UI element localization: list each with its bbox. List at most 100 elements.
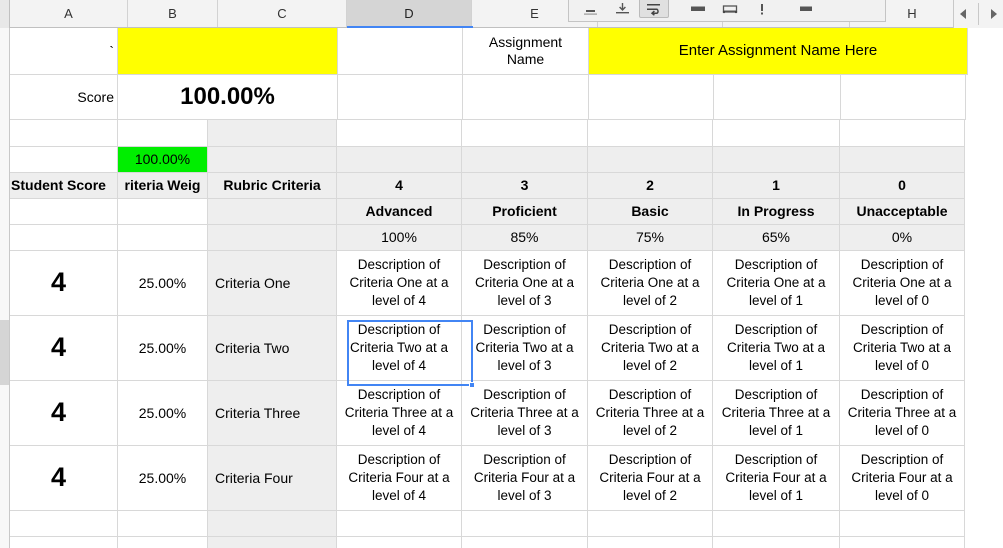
cell-e4[interactable] xyxy=(462,147,588,173)
column-header-c[interactable]: C xyxy=(218,0,347,27)
cell-blank[interactable] xyxy=(840,511,965,537)
criteria-description[interactable]: Description of Criteria Four at a level … xyxy=(462,446,588,511)
row-level-names: Advanced Proficient Basic In Progress Unacce… xyxy=(0,199,1003,225)
cell-blank[interactable] xyxy=(208,537,337,548)
cell-c6[interactable] xyxy=(208,199,337,225)
cell-blank[interactable] xyxy=(588,537,713,548)
row-total: 100.00% xyxy=(0,147,1003,173)
column-header-b[interactable]: B xyxy=(128,0,218,27)
select-all-corner[interactable] xyxy=(0,0,10,28)
criteria-name[interactable]: Criteria Four xyxy=(208,446,337,511)
cell-blank[interactable] xyxy=(208,511,337,537)
criteria-description[interactable]: Description of Criteria Four at a level … xyxy=(840,446,965,511)
cell-f3[interactable] xyxy=(588,120,713,147)
cell-b7[interactable] xyxy=(118,225,208,251)
merge-cells-icon[interactable] xyxy=(683,0,713,18)
criteria-description[interactable]: Description of Criteria Three at a level… xyxy=(840,381,965,446)
cell-g3[interactable] xyxy=(713,120,840,147)
row-score: Score 100.00% xyxy=(0,75,1003,120)
cell-blank[interactable] xyxy=(118,511,208,537)
borders-icon[interactable] xyxy=(715,0,745,18)
criteria-description[interactable]: Description of Criteria Three at a level… xyxy=(462,381,588,446)
criteria-name[interactable]: Criteria Two xyxy=(208,316,337,381)
criteria-description[interactable]: Description of Criteria One at a level o… xyxy=(840,251,965,316)
cell-d2[interactable] xyxy=(338,75,463,120)
cell-blank[interactable] xyxy=(0,537,118,548)
student-score-value[interactable]: 4 xyxy=(0,251,118,316)
cell-b3[interactable] xyxy=(118,120,208,147)
cell-d4[interactable] xyxy=(337,147,462,173)
total-weight-value[interactable]: 100.00% xyxy=(118,147,208,173)
cell-g2[interactable] xyxy=(714,75,841,120)
cell-h4[interactable] xyxy=(840,147,965,173)
criteria-description[interactable]: Description of Criteria One at a level o… xyxy=(588,251,713,316)
cell-blank[interactable] xyxy=(118,537,208,548)
scroll-right-arrow[interactable] xyxy=(991,9,997,19)
cell-a6[interactable] xyxy=(0,199,118,225)
criteria-description[interactable]: Description of Criteria One at a level o… xyxy=(337,251,462,316)
score-value[interactable]: 100.00% xyxy=(118,75,338,120)
criteria-description[interactable]: Description of Criteria Two at a level o… xyxy=(840,316,965,381)
cell-a7[interactable] xyxy=(0,225,118,251)
wrap-text-icon[interactable] xyxy=(639,0,669,18)
cell-h3[interactable] xyxy=(840,120,965,147)
criteria-description[interactable]: Description of Criteria Four at a level … xyxy=(337,446,462,511)
cell-c4[interactable] xyxy=(208,147,337,173)
criteria-description[interactable]: Description of Criteria One at a level o… xyxy=(713,251,840,316)
cell-f4[interactable] xyxy=(588,147,713,173)
column-header-a[interactable]: A xyxy=(10,0,128,27)
criteria-name[interactable]: Criteria Three xyxy=(208,381,337,446)
cell-c7[interactable] xyxy=(208,225,337,251)
cell-d1-blank[interactable] xyxy=(338,28,463,75)
cell-blank[interactable] xyxy=(462,537,588,548)
text-rotation-icon[interactable] xyxy=(747,0,777,18)
cell-b6[interactable] xyxy=(118,199,208,225)
cell-blank[interactable] xyxy=(713,537,840,548)
criteria-description[interactable]: Description of Criteria Three at a level… xyxy=(713,381,840,446)
cell-g4[interactable] xyxy=(713,147,840,173)
criteria-description[interactable]: Description of Criteria Four at a level … xyxy=(588,446,713,511)
criteria-description[interactable]: Description of Criteria Two at a level o… xyxy=(713,316,840,381)
assignment-name-value[interactable]: Enter Assignment Name Here xyxy=(589,28,968,75)
cell-e2[interactable] xyxy=(463,75,589,120)
cell-blank[interactable] xyxy=(840,537,965,548)
align-center-icon[interactable] xyxy=(575,0,605,18)
cell-blank[interactable] xyxy=(0,511,118,537)
criteria-weight-value[interactable]: 25.00% xyxy=(118,446,208,511)
fill-color-icon[interactable] xyxy=(791,0,821,18)
criteria-description[interactable]: Description of Criteria Two at a level o… xyxy=(588,316,713,381)
cell-a4[interactable] xyxy=(0,147,118,173)
criteria-description[interactable]: Description of Criteria Two at a level o… xyxy=(462,316,588,381)
cell-f2[interactable] xyxy=(589,75,714,120)
cell-blank[interactable] xyxy=(337,511,462,537)
row-header-strip[interactable] xyxy=(0,28,10,548)
level-number-0: 0 xyxy=(840,173,965,199)
cell-blank[interactable] xyxy=(588,511,713,537)
criteria-weight-value[interactable]: 25.00% xyxy=(118,316,208,381)
cell-a3[interactable] xyxy=(0,120,118,147)
student-score-value[interactable]: 4 xyxy=(0,316,118,381)
row-criteria: 4 25.00% Criteria One Description of Criter… xyxy=(0,251,1003,316)
cell-h2[interactable] xyxy=(841,75,966,120)
cell-e3[interactable] xyxy=(462,120,588,147)
cell-yellow-blank[interactable] xyxy=(118,28,338,75)
criteria-name[interactable]: Criteria One xyxy=(208,251,337,316)
column-header-d[interactable]: D xyxy=(347,0,472,27)
cell-blank[interactable] xyxy=(337,537,462,548)
criteria-weight-value[interactable]: 25.00% xyxy=(118,381,208,446)
student-score-value[interactable]: 4 xyxy=(0,446,118,511)
scroll-left-arrow[interactable] xyxy=(960,9,966,19)
cell-d3[interactable] xyxy=(337,120,462,147)
cell-blank[interactable] xyxy=(713,511,840,537)
criteria-description[interactable]: Description of Criteria Three at a level… xyxy=(337,381,462,446)
criteria-description[interactable]: Description of Criteria Two at a level o… xyxy=(337,316,462,381)
align-vertical-bottom-icon[interactable] xyxy=(607,0,637,18)
cell-c3[interactable] xyxy=(208,120,337,147)
criteria-description[interactable]: Description of Criteria One at a level o… xyxy=(462,251,588,316)
cell-blank[interactable] xyxy=(462,511,588,537)
criteria-description[interactable]: Description of Criteria Four at a level … xyxy=(713,446,840,511)
cell-a1-mark[interactable]: ` xyxy=(0,28,118,75)
criteria-description[interactable]: Description of Criteria Three at a level… xyxy=(588,381,713,446)
student-score-value[interactable]: 4 xyxy=(0,381,118,446)
criteria-weight-value[interactable]: 25.00% xyxy=(118,251,208,316)
